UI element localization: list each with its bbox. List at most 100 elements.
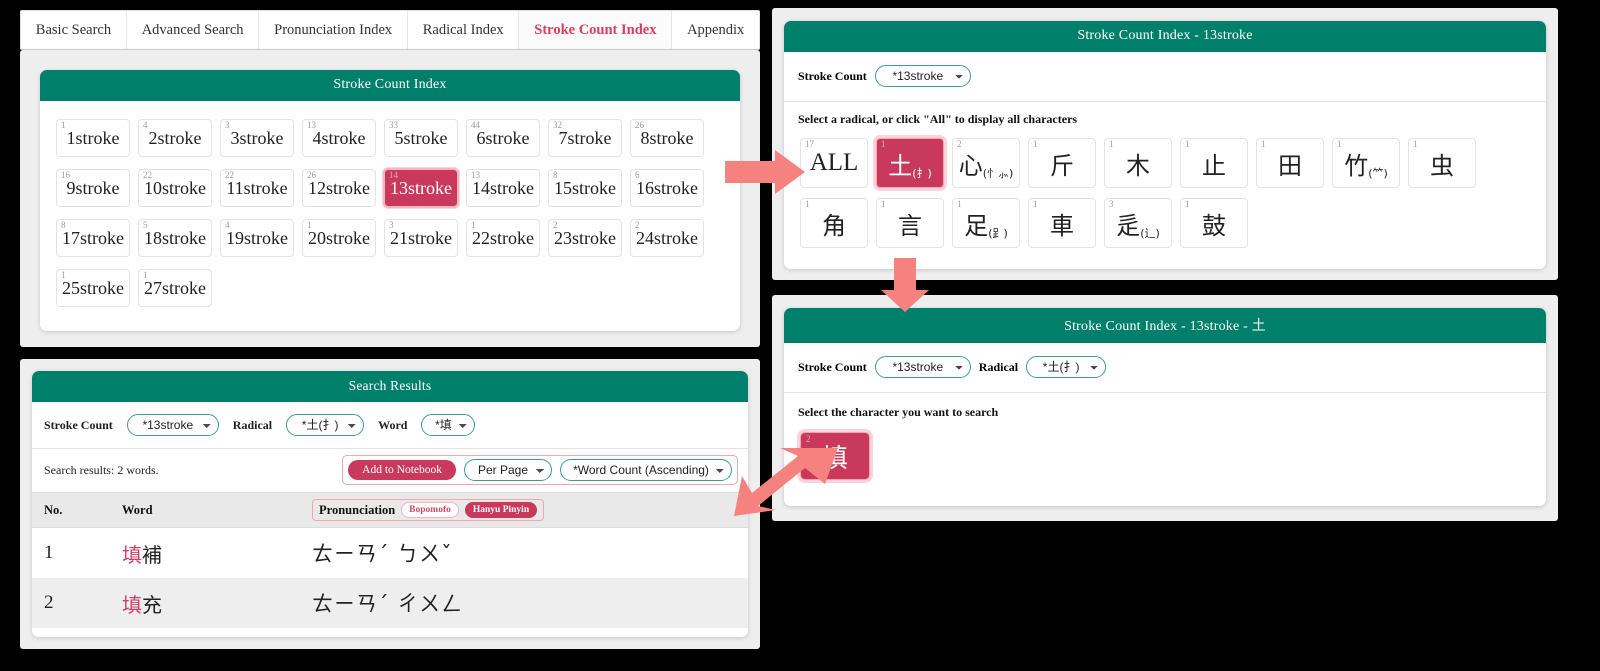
filter-radical-select[interactable]: *土(扌) — [286, 414, 365, 436]
radical-count-badge: 1 — [1185, 139, 1190, 149]
stroke-count-badge: 4 — [143, 120, 148, 130]
character-panel-radical-select[interactable]: *土(扌) — [1026, 356, 1107, 378]
stroke-count-button-6stroke[interactable]: 44 6stroke — [466, 119, 540, 157]
stroke-count-badge: 1 — [61, 270, 66, 280]
stroke-count-button-14stroke[interactable]: 13 14stroke — [466, 169, 540, 207]
stroke-count-button-2stroke[interactable]: 4 2stroke — [138, 119, 212, 157]
stroke-count-label: 24stroke — [636, 227, 698, 248]
radical-button-角[interactable]: 1角 — [800, 198, 868, 248]
character-button-grid: 2填 — [784, 424, 1546, 506]
radical-glyph: 竹 — [1344, 151, 1369, 180]
stroke-count-badge: 13 — [307, 120, 316, 130]
character-selection-panel: Stroke Count Index - 13stroke - 土 Stroke… — [772, 295, 1558, 521]
table-row[interactable]: 1 填補 ㄊㄧㄢˊ ㄅㄨˇ — [32, 528, 748, 578]
table-row[interactable]: 2 填充 ㄊㄧㄢˊ ㄔㄨㄥ — [32, 578, 748, 628]
radical-button-心[interactable]: 2 心 (忄⺗) — [952, 138, 1020, 188]
stroke-count-button-16stroke[interactable]: 6 16stroke — [630, 169, 704, 207]
results-table-body: 1 填補 ㄊㄧㄢˊ ㄅㄨˇ 2 填充 ㄊㄧㄢˊ ㄔㄨㄥ — [32, 528, 748, 628]
add-to-notebook-button[interactable]: Add to Notebook — [348, 460, 456, 480]
radical-variant-glyph: (⺮) — [1368, 167, 1388, 180]
radical-button-止[interactable]: 1止 — [1180, 138, 1248, 188]
radical-button-木[interactable]: 1木 — [1104, 138, 1172, 188]
stroke-count-button-1stroke[interactable]: 1 1stroke — [56, 119, 130, 157]
stroke-count-button-5stroke[interactable]: 33 5stroke — [384, 119, 458, 157]
stroke-count-button-20stroke[interactable]: 1 20stroke — [302, 219, 376, 257]
stroke-count-badge: 3 — [225, 120, 230, 130]
radical-button-辵[interactable]: 3 辵 (辶) — [1104, 198, 1172, 248]
radical-button-土[interactable]: 1 土 (扌) — [876, 138, 944, 188]
stroke-count-label: 12stroke — [308, 177, 370, 198]
radical-button-田[interactable]: 1田 — [1256, 138, 1324, 188]
character-panel-stroke-count-select[interactable]: *13stroke — [874, 356, 971, 378]
column-header-pronunciation-group: Pronunciation Bopomofo Hanyu Pinyin — [312, 499, 545, 521]
radical-button-言[interactable]: 1言 — [876, 198, 944, 248]
stroke-count-button-3stroke[interactable]: 3 3stroke — [220, 119, 294, 157]
stroke-count-button-7stroke[interactable]: 32 7stroke — [548, 119, 622, 157]
radical-glyph: 虫 — [1430, 151, 1454, 180]
results-tools-highlight: Add to Notebook Per Page *Word Count (As… — [342, 455, 738, 485]
stroke-count-button-12stroke[interactable]: 26 12stroke — [302, 169, 376, 207]
stroke-count-button-19stroke[interactable]: 4 19stroke — [220, 219, 294, 257]
stroke-count-button-15stroke[interactable]: 8 15stroke — [548, 169, 622, 207]
radical-count-badge: 1 — [805, 199, 810, 209]
stroke-count-button-18stroke[interactable]: 5 18stroke — [138, 219, 212, 257]
filter-word-select[interactable]: *填 — [421, 414, 476, 436]
stroke-count-button-22stroke[interactable]: 1 22stroke — [466, 219, 540, 257]
tab-label: Advanced Search — [141, 21, 244, 38]
stroke-count-label: 11stroke — [226, 177, 288, 198]
radical-button-車[interactable]: 1車 — [1028, 198, 1096, 248]
stroke-count-badge: 5 — [143, 220, 148, 230]
row-word[interactable]: 填補 — [122, 539, 312, 568]
radical-button-竹[interactable]: 1 竹 (⺮) — [1332, 138, 1400, 188]
radical-button-虫[interactable]: 1虫 — [1408, 138, 1476, 188]
tab-radical-index[interactable]: Radical Index — [408, 11, 520, 49]
stroke-count-button-25stroke[interactable]: 1 25stroke — [56, 269, 130, 307]
stroke-count-button-21stroke[interactable]: 3 21stroke — [384, 219, 458, 257]
per-page-select[interactable]: Per Page — [464, 459, 552, 481]
stroke-count-button-10stroke[interactable]: 22 10stroke — [138, 169, 212, 207]
radical-count-badge: 2 — [957, 139, 962, 149]
stroke-count-badge: 1 — [471, 220, 476, 230]
radical-glyph: 心 — [958, 151, 983, 180]
tab-basic-search[interactable]: Basic Search — [21, 11, 127, 49]
stroke-count-button-grid: 1 1stroke 4 2stroke 3 3stroke 13 4stroke 33 5stro… — [40, 101, 740, 331]
tab-stroke-count-index[interactable]: Stroke Count Index — [519, 11, 673, 49]
radical-count-badge: 1 — [881, 139, 886, 149]
sort-order-select[interactable]: *Word Count (Ascending) — [560, 459, 732, 481]
radical-button-斤[interactable]: 1斤 — [1028, 138, 1096, 188]
stroke-count-button-4stroke[interactable]: 13 4stroke — [302, 119, 376, 157]
stroke-count-button-17stroke[interactable]: 8 17stroke — [56, 219, 130, 257]
row-number: 1 — [44, 542, 54, 563]
stroke-count-button-13stroke[interactable]: 14 13stroke — [383, 168, 459, 208]
character-panel-filter-row: Stroke Count *13stroke Radical *土(扌) — [784, 343, 1546, 392]
chip-bopomofo[interactable]: Bopomofo — [401, 502, 459, 518]
tab-pronunciation-index[interactable]: Pronunciation Index — [259, 11, 408, 49]
radical-glyph: 角 — [822, 211, 846, 240]
tab-label: Appendix — [687, 21, 745, 38]
character-panel-radical-label: Radical — [978, 359, 1019, 374]
stroke-count-button-8stroke[interactable]: 26 8stroke — [630, 119, 704, 157]
stroke-count-button-27stroke[interactable]: 1 27stroke — [138, 269, 212, 307]
row-word[interactable]: 填充 — [122, 589, 312, 618]
stroke-count-badge: 22 — [143, 170, 152, 180]
stroke-count-label: 22stroke — [472, 227, 534, 248]
stroke-count-label: 3stroke — [230, 127, 284, 148]
tab-advanced-search[interactable]: Advanced Search — [127, 11, 260, 49]
radical-button-all[interactable]: 17 ALL — [800, 138, 868, 188]
radical-button-足[interactable]: 1 足 (⻊) — [952, 198, 1020, 248]
radical-button-grid: 17 ALL 1 土 (扌) 2 心 (忄⺗) 1 斤 1 木 1 止 1 田 1 竹 (⺮) 1 虫 1 角 1 言 1 足 (⻊)… — [784, 129, 1546, 269]
stroke-count-button-9stroke[interactable]: 16 9stroke — [56, 169, 130, 207]
search-results-filter-row: Stroke Count *13stroke Radical *土(扌) Wor… — [32, 402, 748, 448]
tab-appendix[interactable]: Appendix — [672, 11, 759, 49]
filter-stroke-count-select[interactable]: *13stroke — [126, 414, 219, 436]
stroke-count-label: 23stroke — [554, 227, 616, 248]
stroke-count-button-23stroke[interactable]: 2 23stroke — [548, 219, 622, 257]
row-word-rest: 補 — [142, 544, 162, 567]
radical-panel-stroke-count-select[interactable]: *13stroke — [874, 65, 971, 87]
radical-button-鼓[interactable]: 1鼓 — [1180, 198, 1248, 248]
radical-glyph: 斤 — [1050, 151, 1074, 180]
stroke-count-badge: 1 — [307, 220, 312, 230]
stroke-count-button-11stroke[interactable]: 22 11stroke — [220, 169, 294, 207]
stroke-count-button-24stroke[interactable]: 2 24stroke — [630, 219, 704, 257]
chip-hanyu-pinyin[interactable]: Hanyu Pinyin — [464, 502, 538, 518]
